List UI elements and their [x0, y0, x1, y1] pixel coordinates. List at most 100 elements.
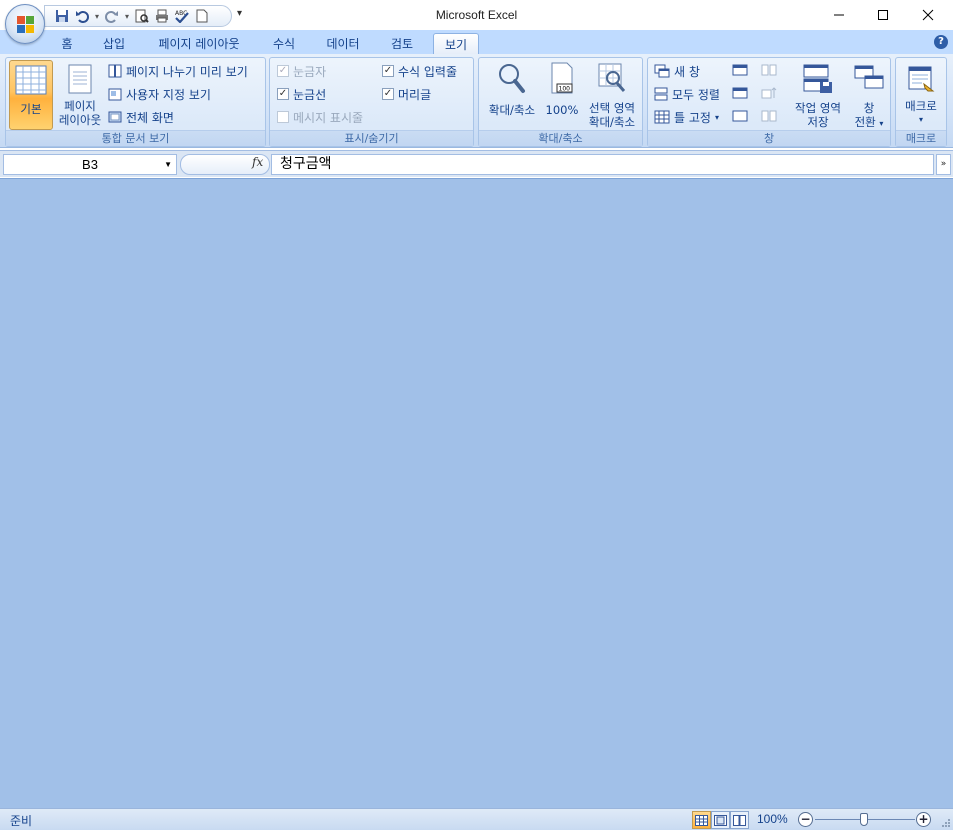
name-box-dropdown-icon[interactable]: ▼	[164, 155, 172, 174]
formula-bar-checkbox[interactable]: ✓ 수식 입력줄	[382, 61, 457, 81]
save-workspace-icon	[803, 64, 832, 93]
normal-view-button[interactable]: 기본	[9, 60, 53, 130]
reset-position-icon	[761, 110, 777, 122]
maximize-icon[interactable]	[869, 4, 897, 26]
help-icon[interactable]: ?	[934, 35, 948, 49]
ruler-checkbox[interactable]: ✓ 눈금자	[277, 61, 326, 81]
sync-scroll-icon	[761, 87, 777, 99]
group-macros: 매크로 ▾ 매크로	[895, 57, 947, 147]
zoom-100-button[interactable]: 100 100%	[543, 60, 581, 130]
magnifier-icon	[499, 64, 525, 93]
formula-input[interactable]: 청구금액	[271, 154, 934, 175]
svg-text:100: 100	[559, 86, 571, 93]
name-box[interactable]: B3 ▼	[3, 154, 177, 175]
zoom-out-icon[interactable]: −	[798, 812, 813, 827]
macros-button[interactable]: 매크로 ▾	[898, 60, 944, 130]
gridlines-checkbox[interactable]: ✓ 눈금선	[277, 84, 326, 104]
show-hide-group-label: 표시/숨기기	[270, 130, 473, 146]
synchronous-scrolling-button[interactable]	[761, 87, 777, 102]
hide-window-icon	[732, 64, 748, 76]
status-bar: 준비 100% − +	[0, 808, 953, 830]
tab-formulas[interactable]: 수식	[266, 33, 302, 54]
switch-windows-label-2: 전환	[854, 115, 876, 129]
tab-insert[interactable]: 삽입	[96, 33, 132, 54]
save-workspace-button[interactable]: 작업 영역 저장	[788, 60, 848, 130]
gridlines-check-icon: ✓	[277, 88, 289, 100]
page-layout-shortcut[interactable]	[711, 811, 730, 829]
unhide-window-button[interactable]	[732, 87, 748, 102]
resize-grip-icon[interactable]	[941, 818, 951, 828]
normal-view-icon	[15, 65, 47, 95]
ruler-label: 눈금자	[293, 64, 327, 79]
normal-view-shortcut[interactable]	[692, 811, 711, 829]
tab-view[interactable]: 보기	[433, 33, 479, 54]
group-zoom: 확대/축소 100 100% 선택 영역 확대/축소 확대/축소	[478, 57, 643, 147]
zoom-label: 확대/축소	[488, 103, 536, 117]
unhide-window-icon	[732, 87, 748, 99]
office-logo-icon	[17, 16, 34, 33]
ruler-check-icon: ✓	[277, 65, 289, 77]
page-layout-icon	[68, 64, 92, 94]
freeze-panes-button[interactable]: 틀 고정 ▾	[654, 107, 719, 127]
message-bar-checkbox[interactable]: 메시지 표시줄	[277, 107, 363, 127]
zoom-slider-thumb[interactable]	[860, 813, 868, 826]
view-side-by-side-button[interactable]	[761, 64, 777, 79]
reset-window-position-button[interactable]	[761, 110, 777, 125]
message-bar-check-icon	[277, 111, 289, 123]
side-by-side-icon	[761, 64, 777, 76]
split-window-icon	[732, 110, 748, 122]
normal-grid-icon	[695, 814, 708, 826]
page-break-preview-button[interactable]: 페이지 나누기 미리 보기	[108, 61, 248, 81]
zoom-selection-label-2: 확대/축소	[588, 115, 636, 129]
zoom-selection-button[interactable]: 선택 영역 확대/축소	[582, 60, 642, 130]
split-window-button[interactable]	[732, 110, 748, 125]
title-bar: ▾ ▾ ABC ▾ Microsoft Excel	[0, 0, 953, 30]
tab-page-layout[interactable]: 페이지 레이아웃	[150, 33, 248, 54]
zoom-selection-label-1: 선택 영역	[589, 101, 635, 115]
zoom-in-icon[interactable]: +	[916, 812, 931, 827]
switch-windows-label-1: 창	[863, 101, 875, 115]
message-bar-label: 메시지 표시줄	[293, 110, 364, 125]
tab-review[interactable]: 검토	[384, 33, 420, 54]
freeze-panes-label: 틀 고정	[674, 110, 711, 125]
view-shortcuts	[692, 811, 750, 829]
page-layout-label-1: 페이지	[64, 99, 96, 113]
save-workspace-label-2: 저장	[807, 115, 829, 129]
ribbon: 기본 페이지 레이아웃 페이지 나누기 미리 보기 사용자 지정 보기 전체 화…	[0, 54, 953, 148]
arrange-all-button[interactable]: 모두 정렬	[654, 84, 720, 104]
insert-function-icon[interactable]: fx	[252, 155, 263, 169]
custom-views-button[interactable]: 사용자 지정 보기	[108, 84, 211, 104]
switch-windows-icon	[854, 65, 884, 89]
hide-window-button[interactable]	[732, 64, 748, 79]
office-button[interactable]	[5, 4, 45, 44]
tab-data[interactable]: 데이터	[318, 33, 368, 54]
zoom-100-label: 100%	[545, 103, 579, 117]
page-layout-small-icon	[714, 814, 727, 826]
group-workbook-views: 기본 페이지 레이아웃 페이지 나누기 미리 보기 사용자 지정 보기 전체 화…	[5, 57, 266, 147]
expand-formula-bar-icon[interactable]: »	[936, 154, 951, 175]
new-window-icon	[654, 64, 670, 78]
tab-home[interactable]: 홈	[53, 33, 81, 54]
page-break-preview-label: 페이지 나누기 미리 보기	[126, 64, 248, 79]
full-screen-button[interactable]: 전체 화면	[108, 107, 174, 127]
page-layout-view-button[interactable]: 페이지 레이아웃	[55, 60, 105, 130]
new-window-button[interactable]: 새 창	[654, 61, 700, 81]
switch-windows-button[interactable]: 창 전환 ▾	[848, 60, 890, 130]
switch-windows-dropdown-icon: ▾	[879, 119, 884, 128]
window-group-label: 창	[648, 130, 890, 146]
arrange-all-icon	[654, 87, 668, 101]
zoom-selection-icon	[598, 63, 626, 92]
headings-checkbox[interactable]: ✓ 머리글	[382, 84, 431, 104]
minimize-icon[interactable]	[825, 4, 853, 26]
macro-icon	[908, 66, 935, 92]
macros-label: 매크로	[905, 99, 937, 113]
macros-group-label: 매크로	[896, 130, 946, 146]
close-icon[interactable]	[914, 4, 942, 26]
freeze-panes-dropdown-icon: ▾	[714, 112, 719, 122]
arrange-all-label: 모두 정렬	[672, 87, 720, 102]
zoom-level[interactable]: 100%	[757, 812, 788, 826]
normal-view-label: 기본	[20, 102, 42, 116]
formula-bar-check-icon: ✓	[382, 65, 394, 77]
zoom-button[interactable]: 확대/축소	[482, 60, 542, 130]
page-break-shortcut[interactable]	[730, 811, 749, 829]
